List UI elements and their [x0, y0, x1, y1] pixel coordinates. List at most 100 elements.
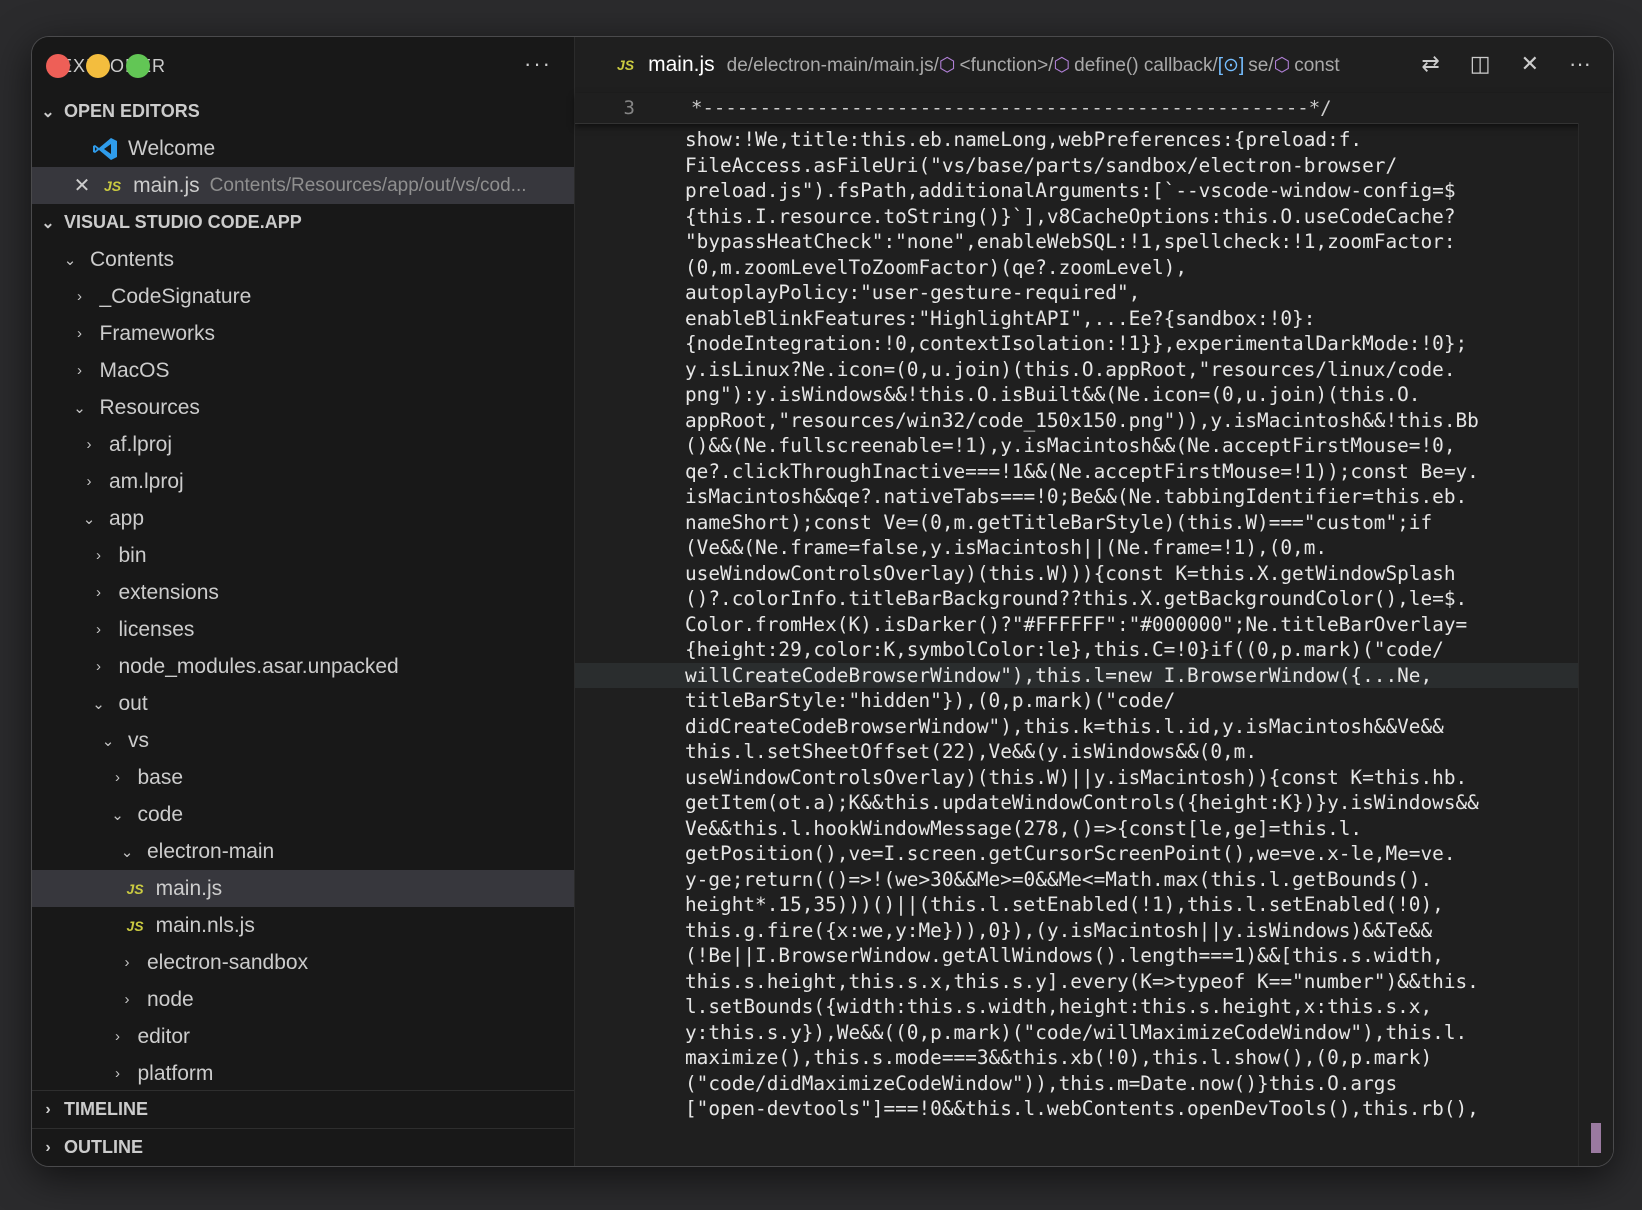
tree-folder[interactable]: › licenses: [32, 611, 574, 648]
zoom-window-button[interactable]: [126, 54, 150, 78]
tree-folder[interactable]: ⌄ app: [32, 500, 574, 537]
tree-folder[interactable]: › extensions: [32, 574, 574, 611]
timeline-label: TIMELINE: [64, 1099, 148, 1119]
tree-item-label: base: [137, 765, 184, 789]
tree-folder[interactable]: › electron-sandbox: [32, 944, 574, 981]
code-line[interactable]: getPosition(),ve=I.screen.getCursorScree…: [685, 841, 1565, 867]
code-line[interactable]: autoplayPolicy:"user-gesture-required",: [685, 280, 1565, 306]
chevron-right-icon: ›: [77, 288, 82, 305]
tree-folder[interactable]: ⌄ Resources: [32, 389, 574, 426]
minimize-window-button[interactable]: [86, 54, 110, 78]
code-line[interactable]: (0,m.zoomLevelToZoomFactor)(qe?.zoomLeve…: [685, 255, 1565, 281]
code-line[interactable]: l.setBounds({width:this.s.width,height:t…: [685, 994, 1565, 1020]
code-line[interactable]: getItem(ot.a);K&&this.updateWindowContro…: [685, 790, 1565, 816]
code-line[interactable]: titleBarStyle:"hidden"}),(0,p.mark)("cod…: [685, 688, 1565, 714]
code-line[interactable]: (!Be||I.BrowserWindow.getAllWindows().le…: [685, 943, 1565, 969]
code-line[interactable]: qe?.clickThroughInactive===!1&&(Ne.accep…: [685, 459, 1565, 485]
tree-folder[interactable]: › am.lproj: [32, 463, 574, 500]
open-editors-header[interactable]: ⌄ OPEN EDITORS: [32, 93, 574, 130]
tree-folder[interactable]: ⌄ electron-main: [32, 833, 574, 870]
code-line[interactable]: this.g.fire({x:we,y:Me})),0}),(y.isMacin…: [685, 918, 1565, 944]
tree-folder[interactable]: › MacOS: [32, 352, 574, 389]
tree-folder[interactable]: › _CodeSignature: [32, 278, 574, 315]
tree-folder[interactable]: ⌄ code: [32, 796, 574, 833]
tree-folder[interactable]: › editor: [32, 1018, 574, 1055]
vertical-scrollbar[interactable]: [1578, 123, 1613, 1166]
sticky-line-text: *---------------------------------------…: [691, 97, 1332, 119]
code-line[interactable]: {height:29,color:K,symbolColor:le},this.…: [685, 637, 1565, 663]
toggle-compare-icon[interactable]: ⇄: [1421, 51, 1439, 77]
code-content[interactable]: show:!We,title:this.eb.nameLong,webPrefe…: [575, 127, 1613, 1122]
code-line[interactable]: (Ve&&(Ne.frame=false,y.isMacintosh||(Ne.…: [685, 535, 1565, 561]
code-line[interactable]: y:this.s.y}),We&&((0,p.mark)("code/willM…: [685, 1020, 1565, 1046]
code-line[interactable]: ["open-devtools"]===!0&&this.l.webConten…: [685, 1096, 1565, 1122]
code-line[interactable]: maximize(),this.s.mode===3&&this.xb(!0),…: [685, 1045, 1565, 1071]
chevron-right-icon: ›: [96, 658, 101, 675]
close-editor-icon[interactable]: ✕: [68, 173, 96, 198]
code-line[interactable]: height*.15,35)))()||(this.l.setEnabled(!…: [685, 892, 1565, 918]
outline-header[interactable]: › OUTLINE: [32, 1128, 574, 1166]
code-line[interactable]: show:!We,title:this.eb.nameLong,webPrefe…: [685, 127, 1565, 153]
tree-file[interactable]: JS main.nls.js: [32, 907, 574, 944]
open-editor-label: main.js: [133, 173, 200, 197]
tree-folder[interactable]: › bin: [32, 537, 574, 574]
breadcrumb-item[interactable]: const: [1294, 55, 1339, 76]
tab-main-js[interactable]: main.js: [648, 53, 715, 77]
close-window-button[interactable]: [46, 54, 70, 78]
code-line[interactable]: y-ge;return(()=>!(we>30&&Me>=0&&Me<=Math…: [685, 867, 1565, 893]
code-line[interactable]: png"):y.isWindows&&!this.O.isBuilt&&(Ne.…: [685, 382, 1565, 408]
code-line[interactable]: preload.js").fsPath,additionalArguments:…: [685, 178, 1565, 204]
sticky-scroll-line[interactable]: 3 *-------------------------------------…: [575, 93, 1613, 124]
timeline-header[interactable]: › TIMELINE: [32, 1090, 574, 1128]
tree-folder[interactable]: › node: [32, 981, 574, 1018]
close-icon[interactable]: ✕: [1521, 51, 1539, 77]
tree-file[interactable]: JS main.js: [32, 870, 574, 907]
symbol-variable-icon: [⊙]: [1217, 54, 1245, 76]
chevron-right-icon: ›: [96, 547, 101, 564]
more-actions-icon[interactable]: ···: [1569, 51, 1591, 77]
code-line[interactable]: useWindowControlsOverlay)(this.W)||y.isM…: [685, 765, 1565, 791]
code-line[interactable]: enableBlinkFeatures:"HighlightAPI",...Ee…: [685, 306, 1565, 332]
tree-folder[interactable]: › af.lproj: [32, 426, 574, 463]
code-line[interactable]: this.s.height,this.s.x,this.s.y].every(K…: [685, 969, 1565, 995]
code-line[interactable]: appRoot,"resources/win32/code_150x150.pn…: [685, 408, 1565, 434]
code-line[interactable]: this.l.setSheetOffset(22),Ve&&(y.isWindo…: [685, 739, 1565, 765]
tree-folder[interactable]: › base: [32, 759, 574, 796]
scrollbar-thumb[interactable]: [1591, 1123, 1601, 1153]
breadcrumb-item[interactable]: se/: [1248, 55, 1273, 76]
tree-folder[interactable]: ⌄ vs: [32, 722, 574, 759]
tree-folder[interactable]: › Frameworks: [32, 315, 574, 352]
breadcrumb-item[interactable]: <function>/: [960, 55, 1054, 76]
code-line[interactable]: y.isLinux?Ne.icon=(0,u.join)(this.O.appR…: [685, 357, 1565, 383]
file-tree: ⌄ Contents › _CodeSignature › Frameworks › MacO…: [32, 241, 574, 1092]
code-line[interactable]: {nodeIntegration:!0,contextIsolation:!1}…: [685, 331, 1565, 357]
open-editor-welcome[interactable]: Welcome: [32, 130, 574, 167]
code-line[interactable]: Color.fromHex(K).isDarker()?"#FFFFFF":"#…: [685, 612, 1565, 638]
breadcrumb-item[interactable]: define() callback/: [1074, 55, 1218, 76]
code-line[interactable]: didCreateCodeBrowserWindow"),this.k=this…: [685, 714, 1565, 740]
code-line[interactable]: ()?.colorInfo.titleBarBackground??this.X…: [685, 586, 1565, 612]
open-editor-main-js[interactable]: ✕ JS main.js Contents/Resources/app/out/…: [32, 167, 574, 204]
breadcrumb-path[interactable]: de/electron-main/main.js/: [727, 55, 939, 76]
code-line[interactable]: "bypassHeatCheck":"none",enableWebSQL:!1…: [685, 229, 1565, 255]
code-line[interactable]: ()&&(Ne.fullscreenable=!1),y.isMacintosh…: [685, 433, 1565, 459]
code-line[interactable]: ("code/didMaximizeCodeWindow")),this.m=D…: [685, 1071, 1565, 1097]
code-line[interactable]: useWindowControlsOverlay)(this.W))){cons…: [685, 561, 1565, 587]
more-actions-icon[interactable]: ···: [524, 51, 552, 77]
tree-folder[interactable]: ⌄ Contents: [32, 241, 574, 278]
code-line[interactable]: {this.I.resource.toString()}`],v8CacheOp…: [685, 204, 1565, 230]
code-line[interactable]: willCreateCodeBrowserWindow"),this.l=new…: [575, 662, 1613, 688]
split-editor-icon[interactable]: ◫: [1470, 51, 1491, 77]
tree-item-label: af.lproj: [109, 432, 173, 456]
tree-folder[interactable]: › platform: [32, 1055, 574, 1092]
workspace-header[interactable]: ⌄ VISUAL STUDIO CODE.APP: [32, 204, 574, 241]
open-editor-path: Contents/Resources/app/out/vs/cod...: [209, 174, 527, 196]
code-line[interactable]: isMacintosh&&qe?.nativeTabs===!0;Be&&(Ne…: [685, 484, 1565, 510]
chevron-right-icon: ›: [77, 362, 82, 379]
tree-folder[interactable]: › node_modules.asar.unpacked: [32, 648, 574, 685]
code-line[interactable]: nameShort);const Ve=(0,m.getTitleBarStyl…: [685, 510, 1565, 536]
code-line[interactable]: FileAccess.asFileUri("vs/base/parts/sand…: [685, 153, 1565, 179]
tree-folder[interactable]: ⌄ out: [32, 685, 574, 722]
explorer-title: EXPLORER: [60, 56, 167, 76]
code-line[interactable]: Ve&&this.l.hookWindowMessage(278,()=>{co…: [685, 816, 1565, 842]
